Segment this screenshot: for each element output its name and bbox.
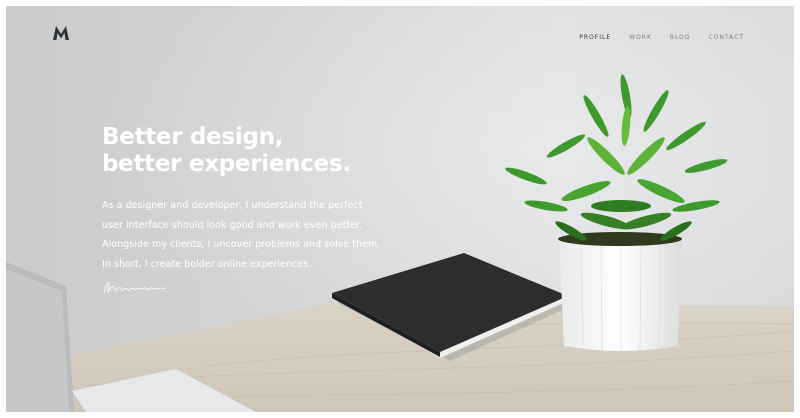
intro-line-2: user interface should look good and work… [102,219,363,231]
m-logo-icon[interactable] [53,26,69,40]
handwritten-signature [103,282,167,294]
intro-line-4: In short, I create bolder online experie… [102,258,312,270]
nav-item-blog[interactable]: BLOG [670,34,691,41]
nav-item-profile[interactable]: PROFILE [579,34,611,41]
nav-item-work[interactable]: WORK [629,34,652,41]
page-frame: PROFILE WORK BLOG CONTACT Better design,… [0,0,800,418]
nav-item-contact[interactable]: CONTACT [709,34,744,41]
hero-section: PROFILE WORK BLOG CONTACT Better design,… [6,6,794,412]
green-plant [505,74,728,241]
intro-line-1: As a designer and developer, I understan… [102,200,363,211]
headline-line-1: Better design, [102,124,284,150]
hero-headline: Better design, better experiences. [102,124,351,178]
hero-intro: As a designer and developer, I understan… [102,196,392,274]
headline-line-2: better experiences. [102,151,351,177]
main-nav: PROFILE WORK BLOG CONTACT [579,34,744,41]
intro-line-3: Alongside my clients, I uncover problems… [102,239,381,250]
